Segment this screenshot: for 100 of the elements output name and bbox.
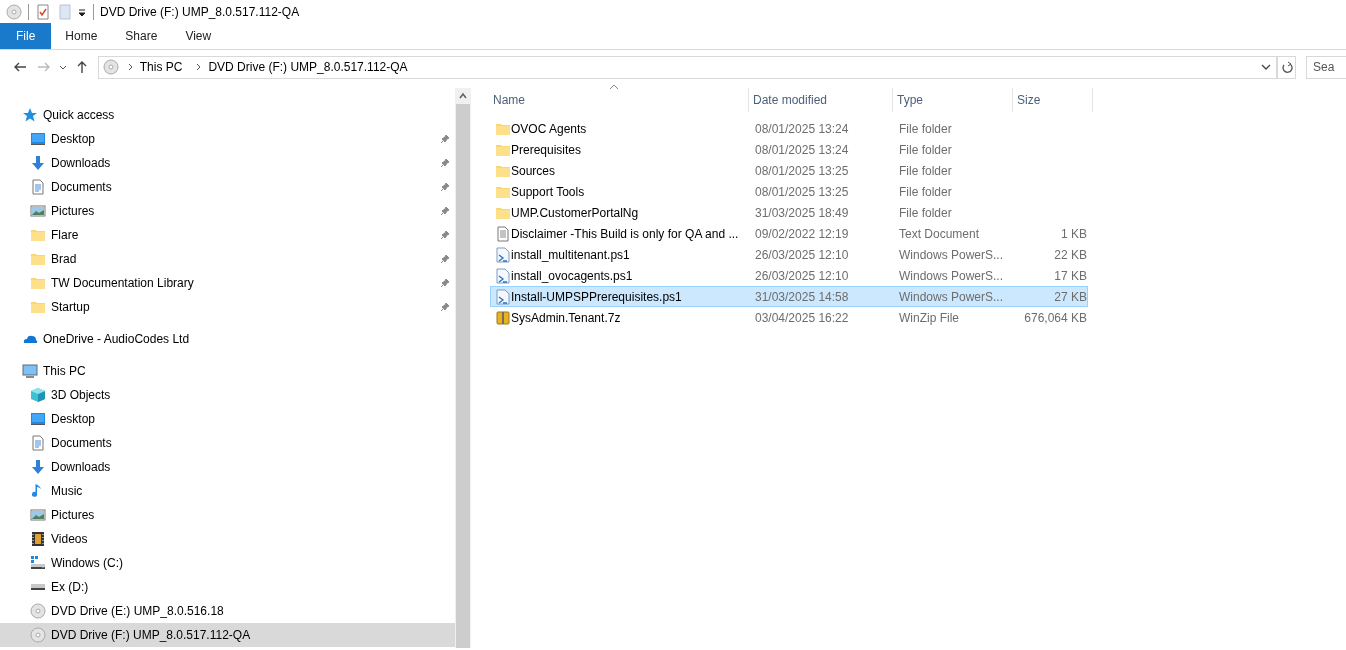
nav-item-label: Videos	[51, 531, 88, 548]
ribbon-tab[interactable]: Home	[51, 23, 112, 49]
nav-item[interactable]: Pictures	[0, 503, 455, 527]
text-file-icon	[495, 225, 511, 242]
folder-icon	[30, 299, 46, 315]
address-field[interactable]: This PC DVD Drive (F:) UMP_8.0.517.112-QA	[97, 55, 1279, 79]
picture-icon	[30, 203, 46, 219]
down-arrow-icon	[30, 155, 46, 171]
refresh-button[interactable]	[1278, 55, 1296, 79]
column-header[interactable]: Type	[893, 88, 1013, 112]
nav-item[interactable]: Quick access	[0, 103, 455, 127]
nav-item[interactable]: DVD Drive (F:) UMP_8.0.517.112-QA	[0, 623, 455, 647]
file-name: install_ovocagents.ps1	[511, 267, 633, 285]
nav-item-label: DVD Drive (F:) UMP_8.0.517.112-QA	[51, 627, 251, 644]
nav-item-label: Documents	[51, 179, 112, 196]
date-modified: 08/01/2025 13:25	[755, 162, 850, 180]
file-type: Windows PowerS...	[899, 288, 1005, 306]
nav-item-label: Pictures	[51, 203, 95, 220]
disc-icon	[30, 603, 46, 619]
nav-item-label: Flare	[51, 227, 79, 244]
archive-icon	[495, 309, 511, 326]
file-name: UMP.CustomerPortalNg	[511, 204, 639, 222]
nav-item[interactable]: Music	[0, 479, 455, 503]
nav-item-label: Ex (D:)	[51, 579, 89, 596]
nav-item[interactable]: Flare	[0, 223, 455, 247]
nav-item-label: Downloads	[51, 459, 111, 476]
date-modified: 03/04/2025 16:22	[755, 309, 850, 327]
date-modified: 08/01/2025 13:24	[755, 120, 850, 138]
breadcrumb-link[interactable]: This PC	[134, 58, 188, 76]
folder-icon	[30, 251, 46, 267]
file-type: File folder	[899, 120, 953, 138]
nav-item[interactable]: DVD Drive (E:) UMP_8.0.516.18	[0, 599, 455, 623]
ribbon-tab[interactable]: View	[171, 23, 226, 49]
file-row[interactable]: Prerequisites 08/01/2025 13:24 File folder	[490, 139, 1088, 160]
file-name: Prerequisites	[511, 141, 582, 159]
file-name: Support Tools	[511, 183, 585, 201]
column-header[interactable]: Name	[489, 88, 749, 112]
nav-item[interactable]: TW Documentation Library	[0, 271, 455, 295]
file-name: SysAdmin.Tenant.7z	[511, 309, 621, 327]
nav-item-label: Startup	[51, 299, 90, 316]
folder-icon	[30, 227, 46, 243]
nav-item[interactable]: Videos	[0, 527, 455, 551]
column-header[interactable]: Size	[1013, 88, 1093, 112]
date-modified: 08/01/2025 13:25	[755, 183, 850, 201]
nav-item[interactable]: 3D Objects	[0, 383, 455, 407]
file-name: install_multitenant.ps1	[511, 246, 630, 264]
refresh-icon	[1280, 61, 1293, 73]
document-icon	[30, 179, 46, 195]
file-row[interactable]: UMP.CustomerPortalNg 31/03/2025 18:49 File folder	[490, 202, 1088, 223]
nav-item[interactable]: Startup	[0, 295, 455, 319]
nav-item[interactable]: Brad	[0, 247, 455, 271]
file-row[interactable]: Install-UMPSPPrerequisites.ps1 31/03/2025 14:58 Windows PowerS... 27 KB	[490, 286, 1088, 307]
star-icon	[22, 107, 38, 123]
nav-item[interactable]: Documents	[0, 431, 455, 455]
ribbon-tab[interactable]: Share	[111, 23, 172, 49]
script-file-icon	[495, 267, 511, 284]
nav-item[interactable]: OneDrive - AudioCodes Ltd	[0, 327, 455, 351]
file-name: Sources	[511, 162, 556, 180]
file-row[interactable]: Sources 08/01/2025 13:25 File folder	[490, 160, 1088, 181]
nav-item[interactable]: Downloads	[0, 151, 455, 175]
file-row[interactable]: OVOC Agents 08/01/2025 13:24 File folder	[490, 118, 1088, 139]
search-field[interactable]: Sea	[1306, 55, 1346, 79]
file-row[interactable]: Disclaimer -This Build is only for QA and ... 09/02/2022 12:19 Text Document 1 KB	[490, 223, 1088, 244]
ribbon-tab[interactable]: File	[0, 23, 52, 49]
film-icon	[30, 531, 46, 547]
file-row[interactable]: SysAdmin.Tenant.7z 03/04/2025 16:22 WinZip File 676,064 KB	[490, 307, 1088, 328]
date-modified: 08/01/2025 13:24	[755, 141, 850, 159]
column-header[interactable]: Date modified	[749, 88, 893, 112]
disc-icon	[102, 59, 119, 75]
nav-item[interactable]: Desktop	[0, 127, 455, 151]
date-modified: 31/03/2025 18:49	[755, 204, 850, 222]
script-file-icon	[495, 246, 511, 263]
nav-item[interactable]: Desktop	[0, 407, 455, 431]
file-row[interactable]: install_multitenant.ps1 26/03/2025 12:10 Windows PowerS... 22 KB	[490, 244, 1088, 265]
nav-item[interactable]: Windows (C:)	[0, 551, 455, 575]
nav-item[interactable]: This PC	[0, 359, 455, 383]
breadcrumb-link[interactable]: DVD Drive (F:) UMP_8.0.517.112-QA	[203, 58, 413, 76]
file-size: 27 KB	[1053, 288, 1087, 306]
document-icon	[30, 435, 46, 451]
nav-item[interactable]: Ex (D:)	[0, 575, 455, 599]
date-modified: 26/03/2025 12:10	[755, 246, 850, 264]
nav-item-label: Desktop	[51, 411, 96, 428]
sort-caret-icon	[609, 84, 619, 90]
chevron-down-icon	[58, 63, 67, 71]
monitor-icon	[22, 363, 38, 379]
file-row[interactable]: install_ovocagents.ps1 26/03/2025 12:10 Windows PowerS... 17 KB	[490, 265, 1088, 286]
file-name: Disclaimer -This Build is only for QA and ...	[511, 225, 739, 243]
window-title: DVD Drive (F:) UMP_8.0.517.112-QA	[100, 4, 300, 21]
nav-item[interactable]: Downloads	[0, 455, 455, 479]
nav-item[interactable]: Documents	[0, 175, 455, 199]
file-row[interactable]: Support Tools 08/01/2025 13:25 File folder	[490, 181, 1088, 202]
chevron-right-icon	[126, 63, 135, 71]
file-name: OVOC Agents	[511, 120, 587, 138]
checklist-icon[interactable]	[35, 4, 51, 20]
nav-item[interactable]: Pictures	[0, 199, 455, 223]
nav-item-label: OneDrive - AudioCodes Ltd	[43, 331, 190, 348]
cube-icon	[30, 387, 46, 403]
scrollbar[interactable]	[455, 88, 471, 648]
file-type: File folder	[899, 141, 953, 159]
nav-item-label: TW Documentation Library	[51, 275, 194, 292]
